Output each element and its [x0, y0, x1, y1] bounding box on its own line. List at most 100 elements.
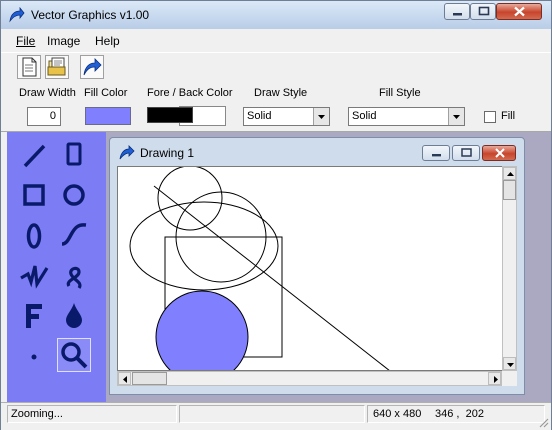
ellipse-tool-icon	[26, 223, 42, 249]
draw-width-value: 0	[49, 110, 56, 122]
polyline-tool-icon	[20, 265, 49, 289]
fill-bucket-tool[interactable]	[57, 298, 91, 332]
fill-bucket-tool-icon	[66, 303, 82, 328]
draw-style-label: Draw Style	[254, 87, 308, 99]
circle-tool[interactable]	[57, 178, 91, 212]
fore-back-color-picker[interactable]	[147, 106, 227, 126]
menu-help[interactable]: Help	[95, 34, 120, 48]
draw-width-input[interactable]: 0	[27, 107, 61, 126]
close-icon	[514, 6, 525, 17]
scroll-corner	[502, 371, 517, 386]
minimize-icon	[453, 13, 462, 16]
zoom-tool[interactable]	[57, 338, 91, 372]
status-bar: Zooming... 640 x 480 346 , 202	[1, 402, 551, 430]
ellipse-shape	[129, 201, 279, 291]
fill-style-label: Fill Style	[379, 87, 421, 99]
freehand-tool-icon	[66, 266, 82, 289]
point-tool[interactable]	[17, 338, 51, 372]
drawing-title: Drawing 1	[140, 146, 195, 160]
fill-color-swatch[interactable]	[85, 107, 131, 125]
filled-circle-shape	[155, 290, 249, 370]
horizontal-scroll-thumb[interactable]	[132, 372, 167, 385]
status-empty-panel	[179, 405, 365, 423]
line-tool-icon	[23, 144, 46, 168]
draw-style-select[interactable]: Solid	[243, 107, 330, 126]
square-tool[interactable]	[17, 178, 51, 212]
drawing-minimize-button[interactable]	[422, 145, 450, 161]
restore-icon	[461, 148, 472, 157]
draw-width-label: Draw Width	[19, 87, 76, 99]
arrow-right-icon	[494, 376, 498, 383]
close-icon	[495, 148, 505, 158]
window-title: Vector Graphics v1.00	[31, 8, 150, 22]
fill-style-value: Solid	[352, 110, 377, 122]
ellipse-tool[interactable]	[17, 218, 51, 252]
drawing-shapes	[129, 167, 390, 370]
scroll-left-button[interactable]	[118, 372, 131, 385]
scroll-down-button[interactable]	[503, 357, 516, 370]
open-image-button[interactable]	[45, 55, 69, 79]
app-arrow-icon	[9, 6, 25, 23]
redo-button[interactable]	[80, 55, 104, 79]
toolbar	[1, 52, 551, 84]
chevron-down-icon[interactable]	[313, 108, 329, 125]
line-tool[interactable]	[17, 138, 51, 172]
scroll-right-button[interactable]	[488, 372, 501, 385]
fore-color-swatch[interactable]	[147, 107, 193, 123]
canvas-size: 640 x 480	[373, 408, 422, 420]
freehand-tool[interactable]	[57, 258, 91, 292]
status-message: Zooming...	[11, 408, 63, 420]
scroll-up-button[interactable]	[503, 167, 516, 180]
fill-checkbox-label: Fill	[501, 110, 516, 122]
menu-file[interactable]: File	[16, 34, 35, 48]
property-bar: Draw Width 0 Fill Color Fore / Back Colo…	[1, 83, 551, 132]
redo-icon	[83, 58, 102, 76]
fill-color-label: Fill Color	[84, 87, 128, 99]
new-document-icon	[22, 57, 37, 77]
draw-style-value: Solid	[247, 110, 272, 122]
horizontal-scrollbar[interactable]	[117, 371, 502, 386]
drawing-arrow-icon	[119, 145, 135, 160]
polyline-tool[interactable]	[17, 258, 51, 292]
menu-help-label: Help	[95, 34, 120, 48]
curve-tool[interactable]	[57, 218, 91, 252]
minimize-icon	[432, 154, 441, 157]
cursor-position: 346 , 202	[435, 408, 484, 420]
chevron-down-icon[interactable]	[448, 108, 464, 125]
fill-style-select[interactable]: Solid	[348, 107, 465, 126]
vertical-scroll-thumb[interactable]	[503, 180, 516, 200]
title-bar[interactable]: Vector Graphics v1.00	[1, 1, 551, 29]
resize-grip-icon[interactable]	[537, 416, 549, 428]
square-tool-icon	[23, 184, 45, 206]
maximize-icon	[478, 6, 490, 16]
minimize-button[interactable]	[444, 3, 470, 20]
drawing-maximize-button[interactable]	[452, 145, 480, 161]
close-button[interactable]	[496, 3, 542, 20]
arrow-left-icon	[123, 376, 127, 383]
main-window: Vector Graphics v1.00 File Image Help Dr…	[0, 0, 552, 430]
drawing-canvas[interactable]	[117, 166, 503, 371]
point-tool-icon	[31, 354, 37, 360]
circle-shape	[157, 167, 223, 231]
status-message-panel: Zooming...	[7, 405, 177, 423]
curve-tool-icon	[61, 223, 87, 246]
tool-palette	[7, 132, 106, 402]
menu-image-label: Image	[47, 34, 81, 48]
fill-checkbox[interactable]	[484, 111, 496, 123]
arrow-down-icon	[507, 363, 514, 367]
drawing-close-button[interactable]	[482, 145, 516, 161]
zoom-tool-icon	[61, 342, 88, 369]
menu-file-label: File	[16, 34, 36, 48]
menu-bar: File Image Help	[1, 31, 551, 51]
circle-tool-icon	[63, 184, 85, 206]
status-info-panel: 640 x 480 346 , 202	[367, 405, 545, 423]
fore-back-color-label: Fore / Back Color	[147, 87, 233, 99]
rectangle-rounded-tool[interactable]	[57, 138, 91, 172]
new-document-button[interactable]	[17, 55, 41, 79]
text-tool[interactable]	[17, 298, 51, 332]
rectangle-rounded-tool-icon	[66, 142, 82, 166]
open-image-icon	[47, 57, 66, 76]
menu-image[interactable]: Image	[47, 34, 80, 48]
maximize-button[interactable]	[470, 3, 496, 20]
vertical-scrollbar[interactable]	[502, 166, 517, 371]
